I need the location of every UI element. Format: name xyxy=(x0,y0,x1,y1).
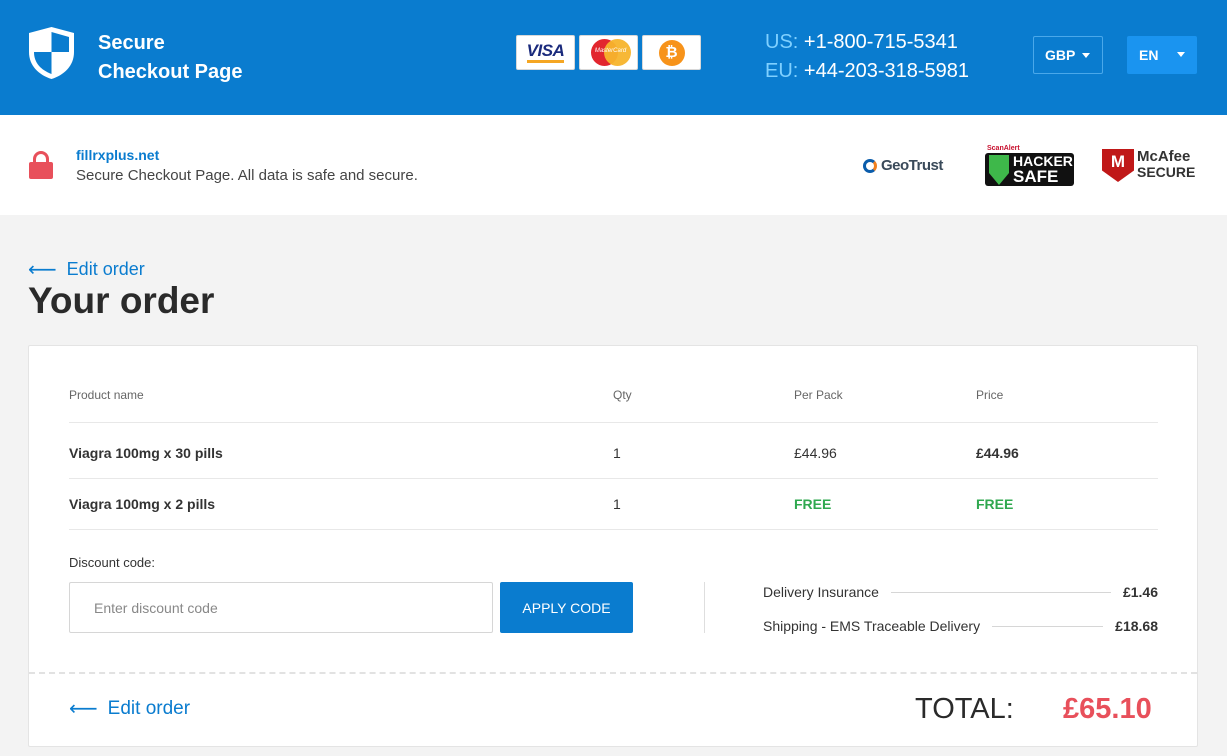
scanalert-label: ScanAlert xyxy=(987,145,1020,152)
edit-order-label: Edit order xyxy=(66,259,145,279)
chevron-down-icon xyxy=(1177,52,1185,57)
mastercard-icon: MasterCard xyxy=(579,35,638,70)
currency-select[interactable]: GBP xyxy=(1033,36,1103,74)
fee-row-shipping: Shipping - EMS Traceable Delivery £18.68 xyxy=(763,618,1158,634)
geotrust-label: GeoTrust xyxy=(881,157,943,174)
arrow-left-icon: ⟵ xyxy=(28,258,57,281)
item-price: FREE xyxy=(976,496,1014,512)
phone-us-number[interactable]: +1-800-715-5341 xyxy=(804,31,958,53)
phone-us-label: US: xyxy=(765,31,799,53)
language-value: EN xyxy=(1139,47,1159,63)
mcafee-secure-label: SECURE xyxy=(1137,164,1196,180)
item-price: £44.96 xyxy=(976,445,1019,461)
geotrust-icon xyxy=(863,158,877,173)
item-name: Viagra 100mg x 30 pills xyxy=(69,445,223,461)
item-qty: 1 xyxy=(613,445,621,461)
mcafee-shield-icon: M xyxy=(1102,149,1134,182)
phone-numbers: US: +1-800-715-5341 EU: +44-203-318-5981 xyxy=(765,28,969,86)
bitcoin-icon: ₿ xyxy=(642,35,701,70)
divider xyxy=(704,582,705,633)
arrow-left-icon: ⟵ xyxy=(69,698,98,720)
mcafee-secure-badge: M McAfee SECURE xyxy=(1102,147,1198,183)
phone-eu-number[interactable]: +44-203-318-5981 xyxy=(804,60,969,82)
divider xyxy=(69,422,1158,423)
item-name: Viagra 100mg x 2 pills xyxy=(69,496,216,512)
divider xyxy=(69,478,1158,479)
secure-note: Secure Checkout Page. All data is safe a… xyxy=(76,167,418,184)
mastercard-label: MasterCard xyxy=(594,48,627,54)
top-header: Secure Checkout Page VISA MasterCard ₿ U… xyxy=(0,0,1227,115)
mcafee-label: McAfee xyxy=(1137,148,1191,165)
brand-line-2: Checkout Page xyxy=(98,61,243,83)
shield-logo-icon xyxy=(29,27,74,79)
edit-order-link-bottom[interactable]: ⟵ Edit order xyxy=(69,698,190,720)
phone-eu[interactable]: EU: +44-203-318-5981 xyxy=(765,57,969,86)
currency-value: GBP xyxy=(1045,47,1076,63)
bitcoin-symbol: ₿ xyxy=(658,39,685,66)
hacker-safe-badge: ScanAlert HACKER SAFE xyxy=(985,145,1074,187)
fee-amount: £18.68 xyxy=(1115,618,1158,634)
total-label: TOTAL: xyxy=(915,693,1014,725)
column-header-qty: Qty xyxy=(613,388,632,402)
fee-row-delivery-insurance: Delivery Insurance £1.46 xyxy=(763,584,1158,600)
fee-amount: £1.46 xyxy=(1122,584,1158,600)
geotrust-badge: GeoTrust xyxy=(863,157,943,174)
visa-label: VISA xyxy=(526,42,565,63)
item-qty: 1 xyxy=(613,496,621,512)
column-header-price: Price xyxy=(976,388,1004,402)
phone-eu-label: EU: xyxy=(765,60,799,82)
item-per-pack: £44.96 xyxy=(794,445,837,461)
brand-line-1: Secure xyxy=(98,32,165,54)
page-title: Your order xyxy=(28,280,215,321)
site-domain: fillrxplus.net xyxy=(76,147,160,163)
apply-code-button[interactable]: APPLY CODE xyxy=(500,582,633,633)
item-per-pack: FREE xyxy=(794,496,832,512)
phone-us[interactable]: US: +1-800-715-5341 xyxy=(765,28,969,57)
column-header-per-pack: Per Pack xyxy=(794,388,843,402)
total-value: £65.10 xyxy=(1063,693,1152,725)
language-select[interactable]: EN xyxy=(1127,36,1197,74)
safe-label: SAFE xyxy=(1013,167,1059,186)
brand-title: Secure Checkout Page xyxy=(98,29,242,87)
fee-label: Shipping - EMS Traceable Delivery xyxy=(763,618,981,634)
visa-card-icon: VISA xyxy=(516,35,575,70)
divider xyxy=(69,529,1158,530)
column-header-product: Product name xyxy=(69,388,144,402)
discount-label: Discount code: xyxy=(69,555,155,570)
edit-order-link-top[interactable]: ⟵ Edit order xyxy=(28,259,145,280)
chevron-down-icon xyxy=(1082,53,1090,58)
discount-code-input[interactable] xyxy=(69,582,493,633)
dashed-divider xyxy=(29,672,1197,674)
lock-icon xyxy=(29,151,53,179)
order-card: Product name Qty Per Pack Price Viagra 1… xyxy=(28,345,1198,747)
edit-order-label: Edit order xyxy=(107,698,191,719)
fee-label: Delivery Insurance xyxy=(763,584,879,600)
